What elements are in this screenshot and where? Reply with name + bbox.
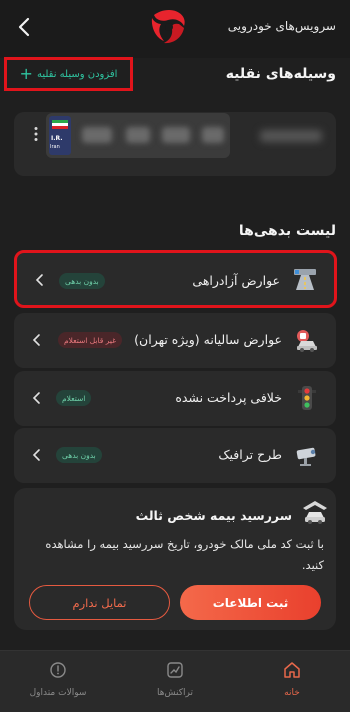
debt-item-freeway[interactable]: عوارض آزادراهی بدون بدهی	[14, 250, 337, 308]
insurance-description: با ثبت کد ملی مالک خودرو، تاریخ سررسید ب…	[45, 537, 324, 572]
chevron-left-icon	[32, 392, 40, 404]
faq-icon	[50, 662, 66, 678]
freeway-icon	[294, 269, 316, 290]
submit-info-button[interactable]: ثبت اطلاعات	[180, 585, 321, 620]
car-annual-icon	[297, 330, 317, 352]
iran-flag-icon: I.R. Iran	[49, 116, 71, 155]
nav-item-label: سوالات متداول	[29, 688, 87, 698]
vehicles-section-title: وسیله‌های نقلیه	[225, 66, 336, 82]
traffic-camera-icon	[296, 447, 316, 466]
nav-item-label: خانه	[284, 688, 300, 698]
chevron-left-icon	[32, 334, 40, 346]
debt-item-label: خلافی پرداخت نشده	[175, 390, 282, 405]
plate-region-blurred	[202, 127, 224, 143]
plate-digits-blurred	[82, 127, 112, 143]
traffic-light-icon	[298, 386, 316, 410]
nav-item-home[interactable]: خانه	[234, 651, 350, 712]
page-title: سرویس‌های خودرویی	[227, 19, 336, 33]
debt-item-label: عوارض سالیانه (ویژه تهران)	[134, 332, 282, 347]
chevron-left-icon	[35, 274, 43, 286]
license-plate: I.R. Iran	[46, 113, 230, 158]
chevron-left-icon[interactable]	[14, 16, 36, 38]
chevron-left-icon	[32, 449, 40, 461]
bottom-navigation: خانه تراکنش‌ها سوالات متداول	[0, 650, 350, 712]
add-vehicle-label: افزودن وسیله نقلیه	[36, 68, 118, 80]
more-options-icon[interactable]	[33, 126, 39, 142]
status-badge: استعلام	[56, 390, 92, 406]
debt-item-label: طرح ترافیک	[218, 447, 282, 462]
plate-country-text: Iran	[50, 144, 60, 150]
brand-logo-icon	[151, 10, 185, 44]
insured-car-icon	[303, 501, 327, 524]
owner-name-blurred	[260, 130, 322, 142]
status-badge: بدون بدهی	[56, 447, 102, 463]
plate-digits-blurred	[162, 127, 190, 143]
status-badge: غیر قابل استعلام	[58, 332, 123, 348]
debt-item-annual-tehran[interactable]: عوارض سالیانه (ویژه تهران) غیر قابل استع…	[14, 313, 336, 368]
transactions-icon	[167, 662, 183, 678]
debts-section-title: لیست بدهی‌ها	[238, 223, 336, 239]
debt-item-label: عوارض آزادراهی	[192, 273, 280, 288]
plus-icon: +	[19, 64, 33, 83]
decline-button[interactable]: تمایل ندارم	[29, 585, 170, 620]
plate-letter-blurred	[126, 127, 150, 143]
debt-item-traffic-plan[interactable]: طرح ترافیک بدون بدهی	[14, 428, 336, 483]
insurance-title: سررسید بیمه شخص ثالث	[135, 508, 292, 523]
nav-item-faq[interactable]: سوالات متداول	[0, 651, 116, 712]
debt-item-unpaid-fines[interactable]: خلافی پرداخت نشده استعلام	[14, 371, 336, 426]
status-badge: بدون بدهی	[59, 273, 105, 289]
home-icon	[284, 662, 300, 678]
nav-item-transactions[interactable]: تراکنش‌ها	[117, 651, 233, 712]
plate-flag-text: I.R.	[51, 135, 63, 142]
nav-item-label: تراکنش‌ها	[157, 688, 193, 698]
add-vehicle-button[interactable]: افزودن وسیله نقلیه +	[4, 57, 133, 91]
